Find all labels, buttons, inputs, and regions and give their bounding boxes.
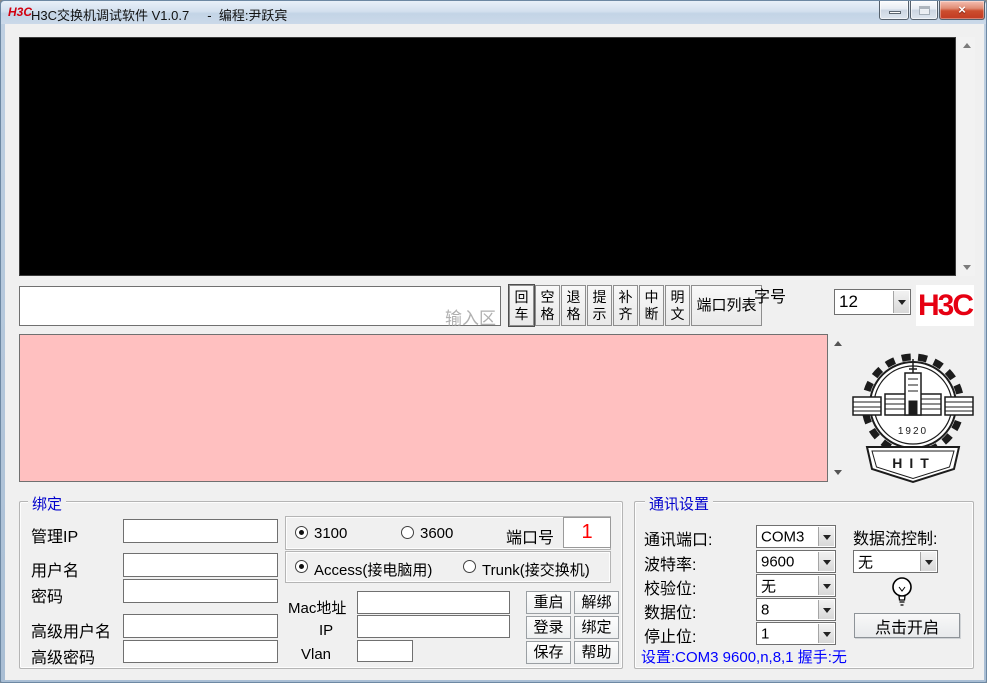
login-button[interactable]: 登录	[526, 616, 571, 639]
mac-field[interactable]	[357, 591, 510, 614]
mac-label: Mac地址	[288, 597, 346, 618]
port-number-label: 端口号	[506, 524, 554, 548]
chevron-down-icon[interactable]	[818, 552, 834, 571]
adv-username-label: 高级用户名	[31, 618, 111, 642]
radio-3600[interactable]	[401, 526, 414, 539]
bind-button[interactable]: 绑定	[574, 616, 619, 639]
scroll-down-icon[interactable]	[963, 265, 971, 270]
comm-status-text: 设置:COM3 9600,n,8,1 握手:无	[641, 646, 847, 667]
unbind-button[interactable]: 解绑	[574, 591, 619, 614]
username-label: 用户名	[31, 557, 79, 581]
radio-3100[interactable]	[295, 526, 308, 539]
h3c-logo: H3C	[916, 285, 974, 326]
radio-access-label[interactable]: Access(接电脑用)	[314, 559, 432, 580]
adv-username-field[interactable]	[123, 614, 278, 638]
password-label: 密码	[31, 583, 63, 607]
chevron-down-icon[interactable]	[893, 291, 909, 313]
space-key-button[interactable]: 空格	[535, 285, 560, 326]
complete-key-button[interactable]: 补齐	[613, 285, 638, 326]
flow-control-select[interactable]: 无	[853, 550, 938, 573]
save-button[interactable]: 保存	[526, 641, 571, 664]
data-bits-select[interactable]: 8	[756, 598, 836, 621]
app-icon: H3C	[8, 5, 30, 20]
parity-select[interactable]: 无	[756, 574, 836, 597]
font-size-select[interactable]: 12	[834, 289, 911, 315]
comm-settings-group-title: 通讯设置	[645, 493, 713, 514]
port-list-button[interactable]: 端口列表	[691, 285, 762, 326]
manage-ip-field[interactable]	[123, 519, 278, 543]
maximize-button[interactable]	[910, 1, 938, 20]
adv-password-field[interactable]	[123, 640, 278, 663]
hit-university-logo: 1920 HIT	[851, 339, 975, 486]
close-button[interactable]: ×	[939, 1, 985, 20]
titlebar: H3C H3C交换机调试软件 V1.0.7 - 编程:尹跃宾 ×	[1, 1, 986, 24]
font-size-label: 字号	[754, 283, 786, 307]
baud-rate-value: 9600	[761, 553, 794, 570]
com-port-label: 通讯端口:	[644, 526, 712, 550]
parity-label: 校验位:	[644, 575, 696, 599]
help-button[interactable]: 帮助	[574, 641, 619, 664]
chevron-down-icon[interactable]	[818, 576, 834, 595]
password-field[interactable]	[123, 579, 278, 603]
break-key-button[interactable]: 中断	[639, 285, 664, 326]
stop-bits-label: 停止位:	[644, 623, 696, 647]
chevron-down-icon[interactable]	[818, 624, 834, 643]
stop-bits-select[interactable]: 1	[756, 622, 836, 645]
radio-access[interactable]	[295, 560, 308, 573]
chevron-down-icon[interactable]	[818, 527, 834, 546]
port-number-field[interactable]	[563, 517, 611, 548]
enter-key-button[interactable]: 回车	[509, 285, 534, 326]
radio-3100-label[interactable]: 3100	[314, 525, 347, 542]
backspace-key-button[interactable]: 退格	[561, 285, 586, 326]
vlan-label: Vlan	[301, 646, 331, 663]
com-port-select[interactable]: COM3	[756, 525, 836, 548]
data-bits-label: 数据位:	[644, 599, 696, 623]
message-output-area[interactable]	[19, 334, 828, 482]
chevron-down-icon[interactable]	[818, 600, 834, 619]
stop-bits-value: 1	[761, 625, 769, 642]
ip-field[interactable]	[357, 615, 510, 638]
hit-logo-abbr: HIT	[892, 455, 936, 471]
radio-3600-label[interactable]: 3600	[420, 525, 453, 542]
ip-label: IP	[319, 622, 333, 639]
com-port-value: COM3	[761, 528, 804, 545]
username-field[interactable]	[123, 553, 278, 577]
data-bits-value: 8	[761, 601, 769, 618]
scroll-down-icon[interactable]	[834, 470, 842, 475]
baud-rate-select[interactable]: 9600	[756, 550, 836, 573]
font-size-value: 12	[839, 292, 858, 312]
flow-control-value: 无	[858, 551, 873, 572]
minimize-icon	[889, 11, 901, 14]
plaintext-key-button[interactable]: 明文	[665, 285, 690, 326]
adv-password-label: 高级密码	[31, 644, 95, 668]
manage-ip-label: 管理IP	[31, 523, 78, 547]
hit-logo-year: 1920	[898, 426, 928, 437]
window-title: H3C交换机调试软件 V1.0.7 - 编程:尹跃宾	[31, 5, 287, 24]
parity-value: 无	[761, 575, 776, 596]
command-input-hint: 输入区	[401, 304, 496, 329]
terminal-output[interactable]	[19, 37, 956, 276]
open-port-button[interactable]: 点击开启	[854, 613, 960, 638]
app-window: H3C H3C交换机调试软件 V1.0.7 - 编程:尹跃宾 × 输入区 回车 …	[0, 0, 987, 683]
binding-group-title: 绑定	[28, 493, 66, 514]
scroll-up-icon[interactable]	[963, 43, 971, 48]
radio-trunk-label[interactable]: Trunk(接交换机)	[482, 559, 590, 580]
baud-rate-label: 波特率:	[644, 551, 696, 575]
terminal-scrollbar[interactable]	[958, 37, 975, 276]
chevron-down-icon[interactable]	[920, 552, 936, 571]
scroll-up-icon[interactable]	[834, 341, 842, 346]
close-icon: ×	[958, 2, 966, 17]
minimize-button[interactable]	[879, 1, 909, 20]
restart-button[interactable]: 重启	[526, 591, 571, 614]
bulb-icon	[889, 576, 915, 612]
hint-key-button[interactable]: 提示	[587, 285, 612, 326]
maximize-icon	[919, 6, 930, 15]
flow-control-label: 数据流控制:	[853, 525, 937, 549]
radio-trunk[interactable]	[463, 560, 476, 573]
vlan-field[interactable]	[357, 640, 413, 662]
output-scrollbar[interactable]	[830, 335, 846, 481]
